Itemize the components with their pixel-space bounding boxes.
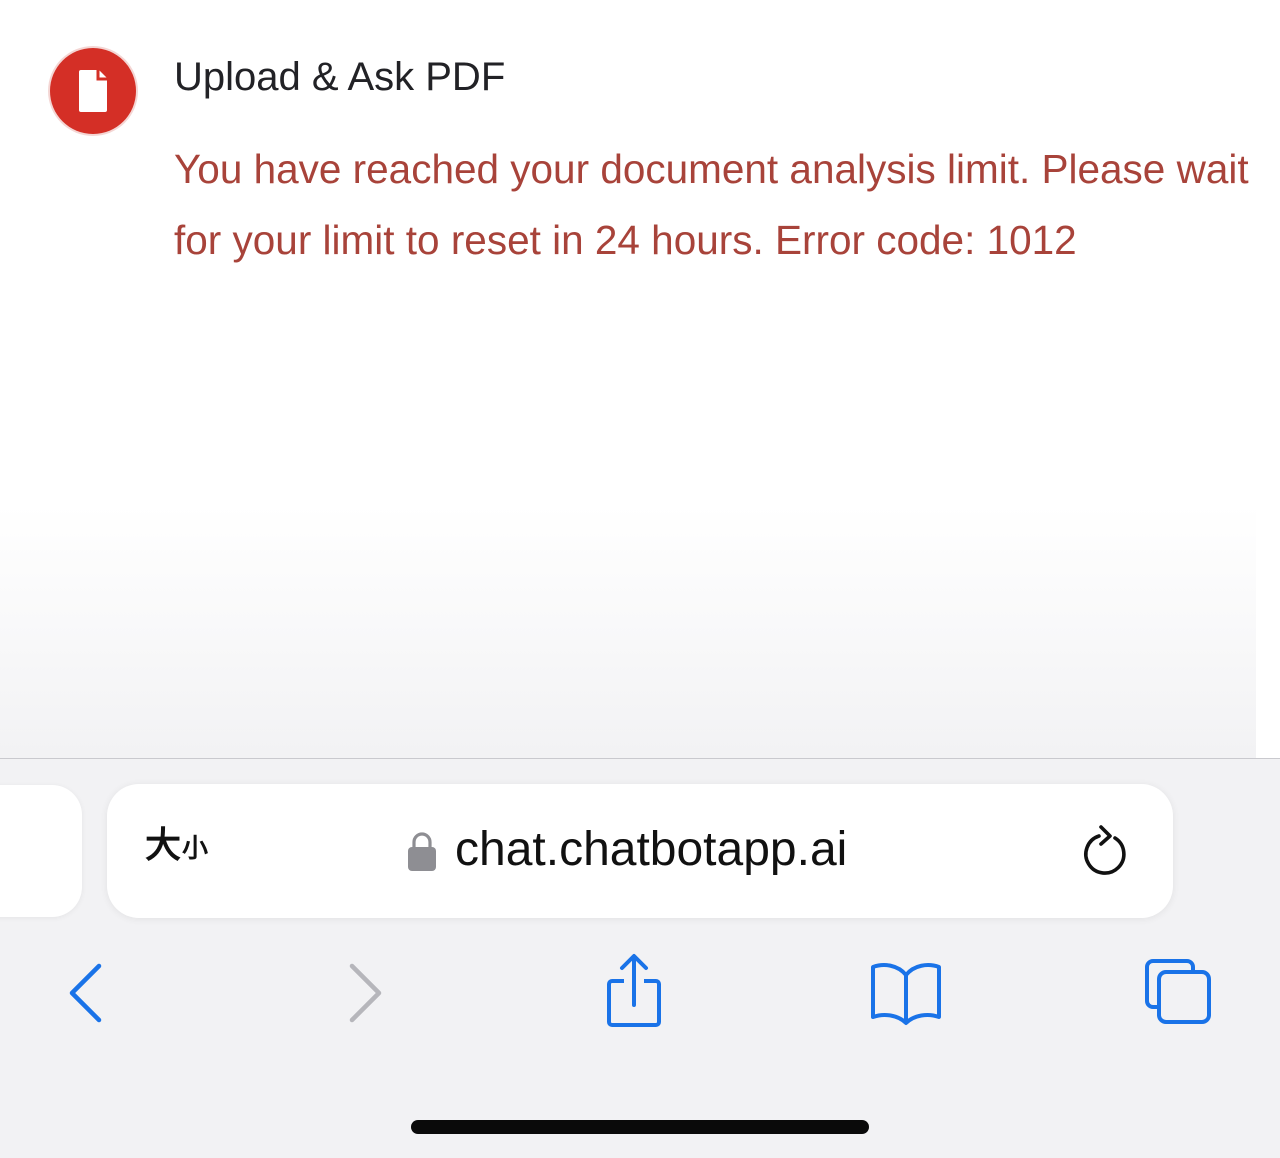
back-button[interactable] xyxy=(41,949,131,1039)
book-icon xyxy=(871,963,941,1025)
home-indicator[interactable] xyxy=(411,1120,869,1134)
page-edge xyxy=(1256,0,1280,758)
chat-content: Upload & Ask PDF You have reached your d… xyxy=(0,0,1256,758)
lock-icon xyxy=(408,832,436,871)
share-button[interactable] xyxy=(589,949,679,1039)
document-icon xyxy=(79,70,107,112)
text-size-button[interactable]: 大小 xyxy=(145,828,208,864)
bookmarks-button[interactable] xyxy=(861,949,951,1039)
text-size-large-glyph: 大 xyxy=(145,825,182,866)
bot-avatar xyxy=(50,48,136,134)
share-icon xyxy=(607,954,661,1027)
text-size-small-glyph: 小 xyxy=(182,834,209,864)
reload-icon[interactable] xyxy=(1079,822,1135,880)
previous-tab-preview[interactable] xyxy=(0,785,82,917)
url-text[interactable]: chat.chatbotapp.ai xyxy=(455,818,847,882)
forward-button[interactable] xyxy=(320,949,410,1039)
chevron-left-icon xyxy=(69,963,102,1023)
sender-name: Upload & Ask PDF xyxy=(174,55,506,99)
tabs-icon xyxy=(1145,959,1211,1024)
browser-toolbar: 大小 chat.chatbotapp.ai xyxy=(0,758,1280,1158)
chevron-right-icon xyxy=(349,963,382,1023)
error-message: You have reached your document analysis … xyxy=(174,146,1249,263)
tabs-button[interactable] xyxy=(1133,949,1223,1039)
address-bar[interactable]: 大小 chat.chatbotapp.ai xyxy=(107,784,1173,918)
